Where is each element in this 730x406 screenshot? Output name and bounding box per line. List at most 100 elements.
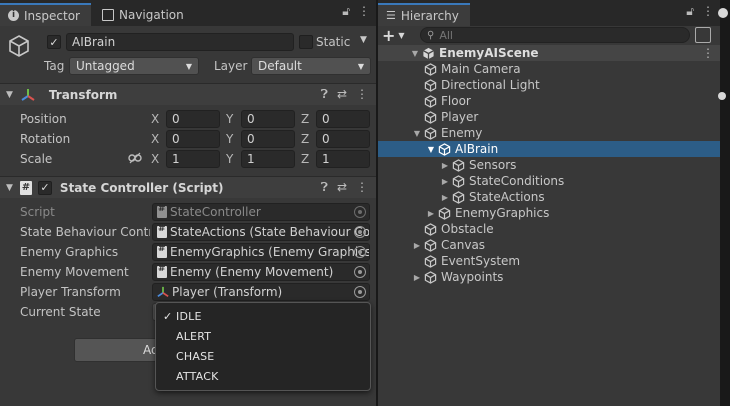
layer-dropdown[interactable]: Default ▼ xyxy=(251,57,371,75)
hierarchy-item-label: AIBrain xyxy=(455,142,499,156)
tab-inspector[interactable]: i Inspector xyxy=(0,3,91,26)
object-picker-icon[interactable] xyxy=(354,226,366,238)
hierarchy-tab-tools: 🔓︎ ⋮ xyxy=(686,4,714,19)
hierarchy-item[interactable]: Obstacle xyxy=(378,221,720,237)
foldout-arrow-icon[interactable]: ▶ xyxy=(412,273,422,282)
hierarchy-item[interactable]: ▶ Waypoints xyxy=(378,269,720,285)
static-dropdown-arrow[interactable]: ▼ xyxy=(360,35,367,45)
foldout-arrow-icon[interactable]: ▶ xyxy=(440,161,450,170)
hierarchy-item[interactable]: ▶ StateActions xyxy=(378,189,720,205)
state-option-alert[interactable]: ALERT xyxy=(176,330,211,343)
component-enabled-checkbox[interactable]: ✓ xyxy=(37,180,52,195)
gameobject-cube-icon xyxy=(452,158,465,172)
axis-x-label: X xyxy=(151,112,160,126)
axis-y-label: Y xyxy=(226,132,234,146)
navigation-icon xyxy=(102,8,114,21)
foldout-arrow-icon[interactable]: ▶ xyxy=(426,209,436,218)
scale-y-input[interactable]: 1 xyxy=(241,150,295,168)
selected-check-icon: ✓ xyxy=(163,310,173,323)
scale-label: Scale xyxy=(20,152,53,166)
hierarchy-item[interactable]: Main Camera xyxy=(378,61,720,77)
window-control-icon[interactable] xyxy=(718,92,726,100)
object-picker-icon[interactable] xyxy=(354,266,366,278)
window-control-icon[interactable] xyxy=(718,8,728,18)
hierarchy-item[interactable]: Floor xyxy=(378,93,720,109)
gameobject-cube-icon xyxy=(424,254,437,268)
foldout-arrow-icon[interactable]: ▼ xyxy=(6,90,13,100)
state-behaviour-controller-value: StateActions (State Behaviour Co xyxy=(170,225,370,239)
chevron-down-icon: ▼ xyxy=(185,61,192,71)
state-controller-header-icons: ❓︎ ⇄ ⋮ xyxy=(321,180,368,195)
scene-row[interactable]: ▼ EnemyAIScene ⋮ xyxy=(378,45,720,61)
lock-icon[interactable]: 🔓︎ xyxy=(686,4,694,19)
rotation-y-input[interactable]: 0 xyxy=(241,130,295,148)
object-active-checkbox[interactable]: ✓ xyxy=(47,35,61,49)
state-controller-header[interactable]: ▼ # ✓ State Controller (Script) ❓︎ ⇄ ⋮ xyxy=(0,176,376,198)
hierarchy-item[interactable]: Player xyxy=(378,109,720,125)
transform-header[interactable]: ▼ Transform ❓︎ ⇄ ⋮ xyxy=(0,83,376,105)
script-field-value: StateController xyxy=(170,205,261,219)
tab-navigation-label: Navigation xyxy=(119,7,184,22)
position-y-input[interactable]: 0 xyxy=(241,110,295,128)
enemy-movement-field[interactable]: Enemy (Enemy Movement) xyxy=(152,263,370,281)
static-checkbox[interactable] xyxy=(299,35,313,49)
hierarchy-item[interactable]: ▶ Sensors xyxy=(378,157,720,173)
foldout-arrow-icon[interactable]: ▼ xyxy=(412,129,422,138)
enemy-graphics-label: Enemy Graphics xyxy=(20,245,119,259)
foldout-arrow-icon[interactable]: ▼ xyxy=(426,145,436,154)
hierarchy-item[interactable]: Directional Light xyxy=(378,77,720,93)
gameobject-cube-icon xyxy=(424,62,437,76)
presets-icon[interactable]: ⇄ xyxy=(337,87,347,102)
rotation-z-input[interactable]: 0 xyxy=(316,130,370,148)
scale-x-input[interactable]: 1 xyxy=(166,150,220,168)
foldout-arrow-icon[interactable]: ▶ xyxy=(412,241,422,250)
hierarchy-search-input[interactable] xyxy=(439,28,660,42)
scene-menu-icon[interactable]: ⋮ xyxy=(702,46,714,60)
enemy-graphics-value: EnemyGraphics (Enemy Graphics xyxy=(170,245,370,259)
hierarchy-item[interactable]: ▼ Enemy xyxy=(378,125,720,141)
hierarchy-item[interactable]: ▶ Canvas xyxy=(378,237,720,253)
rotation-label: Rotation xyxy=(20,132,71,146)
hierarchy-panel: ☰ Hierarchy 🔓︎ ⋮ + ▼ ⚲ ▼ EnemyAIScene ⋮ … xyxy=(378,0,720,406)
state-option-idle[interactable]: IDLE xyxy=(176,310,202,323)
hierarchy-item[interactable]: ▼ AIBrain xyxy=(378,141,720,157)
help-icon[interactable]: ❓︎ xyxy=(321,180,328,195)
component-menu-icon[interactable]: ⋮ xyxy=(356,180,368,195)
rotation-x-input[interactable]: 0 xyxy=(166,130,220,148)
more-menu-icon[interactable]: ⋮ xyxy=(702,4,714,19)
add-icon: + xyxy=(382,25,396,45)
tab-navigation[interactable]: Navigation xyxy=(94,3,192,26)
position-x-input[interactable]: 0 xyxy=(166,110,220,128)
hierarchy-item[interactable]: EventSystem xyxy=(378,253,720,269)
scene-search-icon[interactable] xyxy=(695,27,711,43)
help-icon[interactable]: ❓︎ xyxy=(321,87,328,102)
scene-foldout-arrow-icon[interactable]: ▼ xyxy=(410,49,420,58)
position-z-input[interactable]: 0 xyxy=(316,110,370,128)
foldout-arrow-icon[interactable]: ▼ xyxy=(6,183,13,193)
state-behaviour-controller-field[interactable]: StateActions (State Behaviour Co xyxy=(152,223,370,241)
presets-icon[interactable]: ⇄ xyxy=(337,180,347,195)
state-option-attack[interactable]: ATTACK xyxy=(176,370,219,383)
player-transform-field[interactable]: Player (Transform) xyxy=(152,283,370,301)
constrain-proportions-link-icon[interactable] xyxy=(128,152,142,164)
state-option-chase[interactable]: CHASE xyxy=(176,350,214,363)
more-menu-icon[interactable]: ⋮ xyxy=(358,4,370,19)
lock-icon[interactable]: 🔓︎ xyxy=(342,4,350,19)
foldout-arrow-icon[interactable]: ▶ xyxy=(440,177,450,186)
hierarchy-item[interactable]: ▶ StateConditions xyxy=(378,173,720,189)
object-picker-icon[interactable] xyxy=(354,246,366,258)
component-menu-icon[interactable]: ⋮ xyxy=(356,87,368,102)
position-label: Position xyxy=(20,112,67,126)
enemy-graphics-field[interactable]: EnemyGraphics (Enemy Graphics xyxy=(152,243,370,261)
object-picker-icon[interactable] xyxy=(354,286,366,298)
hierarchy-item[interactable]: ▶ EnemyGraphics xyxy=(378,205,720,221)
axis-x-label: X xyxy=(151,152,160,166)
hierarchy-search[interactable]: ⚲ xyxy=(420,27,690,43)
create-dropdown[interactable]: + ▼ xyxy=(382,25,418,45)
foldout-arrow-icon[interactable]: ▶ xyxy=(440,193,450,202)
tag-dropdown[interactable]: Untagged ▼ xyxy=(69,57,199,75)
tab-hierarchy[interactable]: ☰ Hierarchy xyxy=(378,3,470,26)
transform-icon xyxy=(21,88,35,101)
object-name-input[interactable]: AIBrain xyxy=(66,33,294,51)
scale-z-input[interactable]: 1 xyxy=(316,150,370,168)
